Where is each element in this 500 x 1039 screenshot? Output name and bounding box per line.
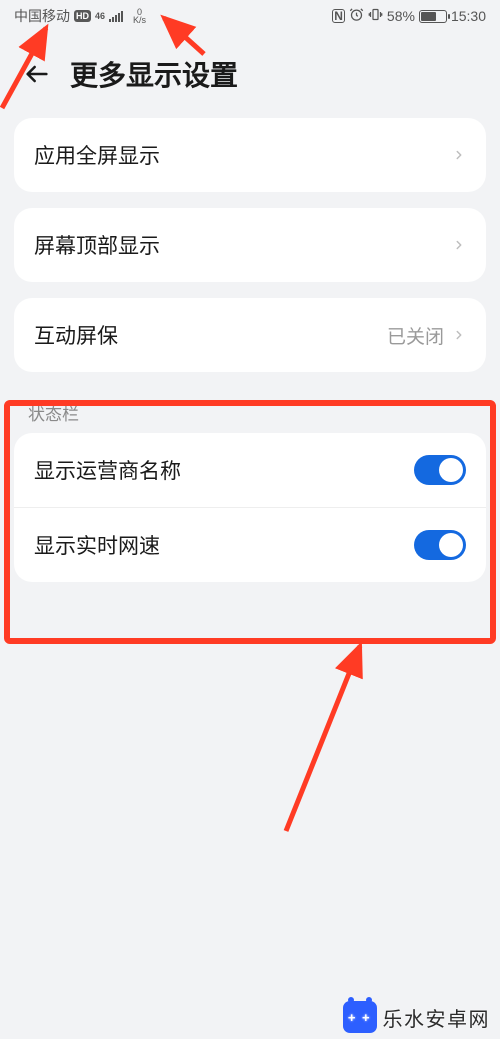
signal-icon <box>109 10 123 22</box>
chevron-right-icon <box>452 144 466 166</box>
card-screensaver: 互动屏保 已关闭 <box>14 298 486 372</box>
toggle-show-netspeed[interactable] <box>414 530 466 560</box>
row-screensaver[interactable]: 互动屏保 已关闭 <box>14 298 486 372</box>
back-button[interactable] <box>22 59 52 89</box>
battery-pct: 58% <box>387 8 415 24</box>
row-top-display[interactable]: 屏幕顶部显示 <box>14 208 486 282</box>
toggle-show-carrier[interactable] <box>414 455 466 485</box>
row-value: 已关闭 <box>387 322 444 349</box>
netspeed-unit: K/s <box>133 16 146 24</box>
hd-badge: HD <box>74 10 91 22</box>
carrier-label: 中国移动 <box>14 6 70 26</box>
card-statusbar-toggles: 显示运营商名称 显示实时网速 <box>14 433 486 582</box>
row-label: 互动屏保 <box>34 320 118 350</box>
alarm-icon <box>349 7 364 25</box>
nfc-icon: N <box>332 9 345 23</box>
battery-icon <box>419 10 447 23</box>
row-label: 显示运营商名称 <box>34 455 181 485</box>
vibrate-icon <box>368 7 383 25</box>
row-show-netspeed[interactable]: 显示实时网速 <box>14 507 486 582</box>
watermark-logo-icon: + + <box>343 1001 377 1033</box>
netspeed-indicator: 0 K/s <box>133 8 146 24</box>
status-bar: 中国移动 HD 46 0 K/s N 58% 15:30 <box>0 0 500 28</box>
annotation-arrow-3 <box>268 606 388 836</box>
row-label: 屏幕顶部显示 <box>34 230 160 260</box>
chevron-right-icon <box>452 324 466 346</box>
section-header-statusbar: 状态栏 <box>0 388 500 433</box>
title-row: 更多显示设置 <box>0 28 500 118</box>
watermark-text: 乐水安卓网 <box>383 1003 491 1032</box>
watermark: + + 乐水安卓网 <box>343 1001 491 1033</box>
chevron-right-icon <box>452 234 466 256</box>
row-label: 应用全屏显示 <box>34 140 160 170</box>
page-title: 更多显示设置 <box>70 54 238 94</box>
card-top-display: 屏幕顶部显示 <box>14 208 486 282</box>
clock: 15:30 <box>451 8 486 24</box>
back-arrow-icon <box>23 60 51 88</box>
row-label: 显示实时网速 <box>34 530 160 560</box>
network-gen-label: 46 <box>95 11 105 21</box>
row-show-carrier[interactable]: 显示运营商名称 <box>14 433 486 507</box>
row-fullscreen-apps[interactable]: 应用全屏显示 <box>14 118 486 192</box>
card-fullscreen: 应用全屏显示 <box>14 118 486 192</box>
